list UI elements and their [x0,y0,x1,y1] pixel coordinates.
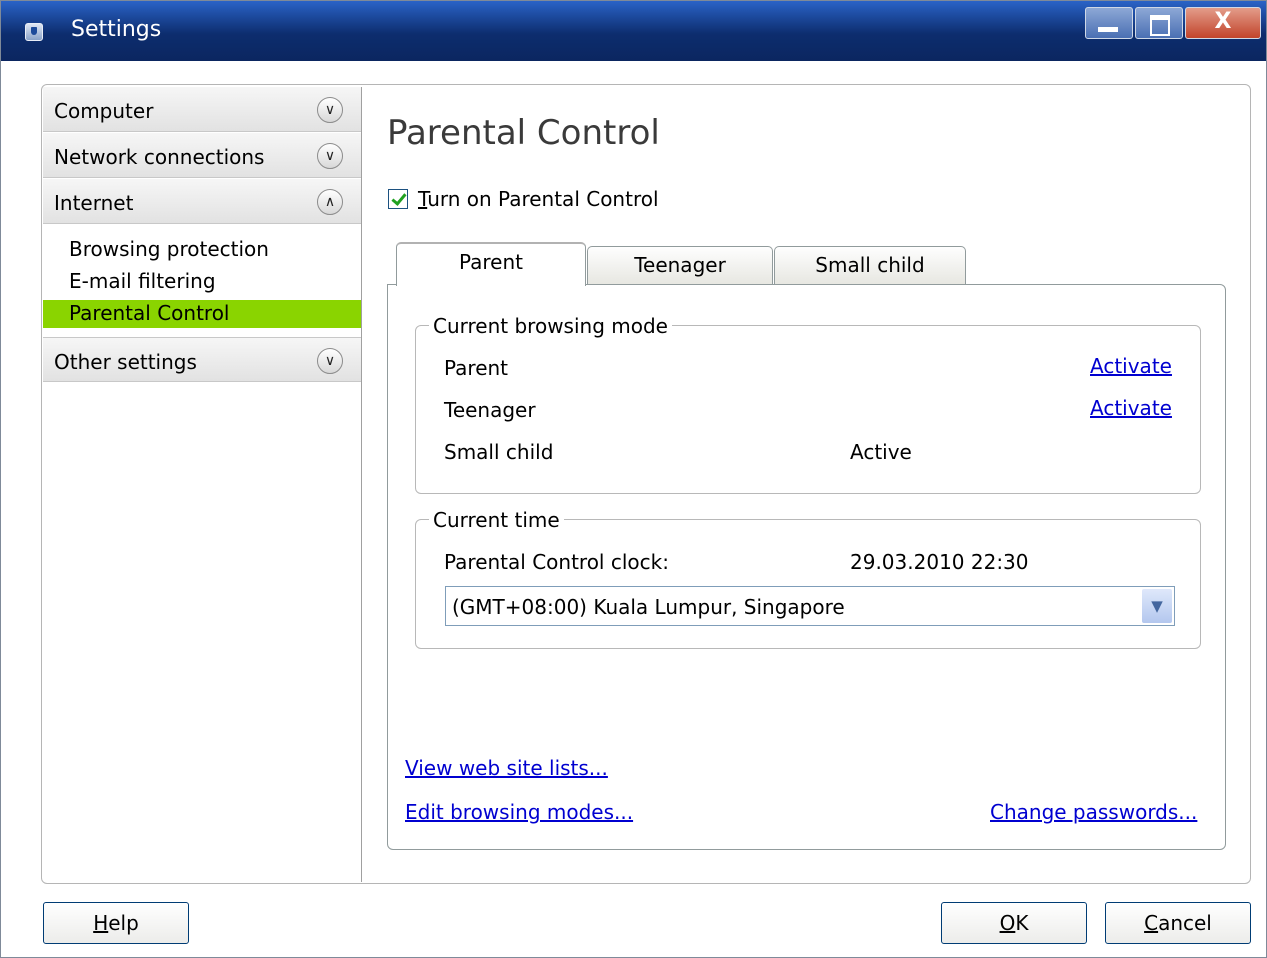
help-label-rest: elp [108,911,139,935]
browsing-mode-legend: Current browsing mode [429,314,672,338]
enable-parental-control-checkbox[interactable] [388,189,408,209]
sidebar-item-parental-control[interactable]: Parental Control [69,301,230,325]
mnemonic-letter: H [93,911,109,935]
settings-sidebar: Computer ∨ Network connections ∨ Interne… [43,87,362,882]
clock-label: Parental Control clock: [444,550,669,574]
mode-name-small-child: Small child [444,440,554,464]
sidebar-section-other-settings[interactable]: Other settings ∨ [43,337,361,382]
sidebar-section-internet[interactable]: Internet ∧ [43,179,361,224]
minimize-button[interactable] [1085,7,1133,39]
close-icon: X [1214,9,1232,34]
clock-value: 29.03.2010 22:30 [850,550,1029,574]
ok-button[interactable]: OK [941,902,1087,944]
dropdown-arrow-icon[interactable]: ▼ [1142,589,1172,623]
tab-small-child[interactable]: Small child [774,246,966,286]
chevron-up-icon[interactable]: ∧ [317,189,343,215]
window-title: Settings [71,17,162,42]
ok-label-rest: K [1015,911,1029,935]
sidebar-section-label: Other settings [54,350,197,374]
current-time-group [415,519,1201,649]
cancel-button[interactable]: Cancel [1105,902,1251,944]
sidebar-section-network-connections[interactable]: Network connections ∨ [43,133,361,178]
mnemonic-letter: C [1144,911,1159,935]
mnemonic-letter: T [418,187,428,211]
title-bar: Settings X [1,1,1266,61]
sidebar-section-label: Network connections [54,145,265,169]
small-child-status: Active [850,440,912,464]
tab-teenager[interactable]: Teenager [587,246,773,286]
edit-browsing-modes-link[interactable]: Edit browsing modes... [405,800,633,824]
help-button[interactable]: Help [43,902,189,944]
sidebar-section-computer[interactable]: Computer ∨ [43,87,361,132]
maximize-button[interactable] [1135,7,1183,39]
chevron-down-icon[interactable]: ∨ [317,97,343,123]
activate-parent-link[interactable]: Activate [1090,354,1172,378]
activate-teenager-link[interactable]: Activate [1090,396,1172,420]
timezone-value: (GMT+08:00) Kuala Lumpur, Singapore [452,595,845,619]
change-passwords-link[interactable]: Change passwords... [990,800,1197,824]
view-web-site-lists-link[interactable]: View web site lists... [405,756,608,780]
timezone-select[interactable]: (GMT+08:00) Kuala Lumpur, Singapore ▼ [445,586,1175,626]
sidebar-item-email-filtering[interactable]: E-mail filtering [69,269,216,293]
enable-parental-control-label[interactable]: Turn on Parental Control [418,187,659,211]
checkbox-label-rest: urn on Parental Control [427,187,659,211]
mode-name-teenager: Teenager [444,398,536,422]
shield-icon [25,23,43,41]
cancel-label-rest: ancel [1158,911,1212,935]
close-button[interactable]: X [1185,7,1261,39]
mode-name-parent: Parent [444,356,509,380]
chevron-down-icon[interactable]: ∨ [317,348,343,374]
mnemonic-letter: O [999,911,1016,935]
chevron-down-icon[interactable]: ∨ [317,143,343,169]
current-time-legend: Current time [429,508,564,532]
settings-window: Settings X Computer ∨ Network connection… [0,0,1267,958]
page-title: Parental Control [387,113,660,153]
sidebar-item-browsing-protection[interactable]: Browsing protection [69,237,269,261]
sidebar-section-label: Internet [54,191,134,215]
tab-parent[interactable]: Parent [396,242,586,286]
sidebar-section-label: Computer [54,99,154,123]
